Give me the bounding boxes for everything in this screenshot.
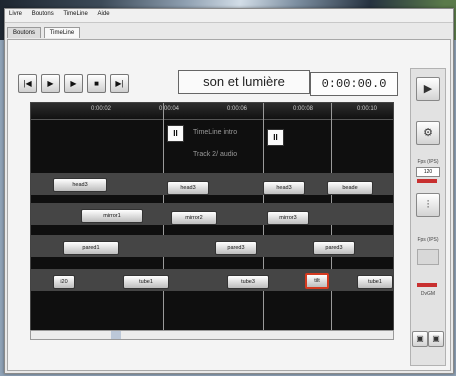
clip-selected[interactable]: tilt xyxy=(305,273,329,289)
checkbox-label[interactable]: DvGM xyxy=(412,291,444,297)
right-tool-panel: ▶ ⚙ Fps (IPS) 120 ⫶ Fps (IPS) DvGM ▣ ▣ xyxy=(410,68,446,366)
track-lane-4 xyxy=(31,269,393,291)
menu-timeline[interactable]: TimeLine xyxy=(59,9,91,19)
ruler-label: 0:00:02 xyxy=(91,106,112,112)
fps-label: Fps (IPS) xyxy=(417,159,439,165)
menu-livre[interactable]: Livre xyxy=(5,9,26,19)
save-icon[interactable]: ▣ xyxy=(412,331,428,347)
clip[interactable]: tube1 xyxy=(357,275,393,289)
track-label: Track 2/ audio xyxy=(193,151,238,158)
ruler-label: 0:00:06 xyxy=(227,106,248,112)
level-meter xyxy=(417,179,437,183)
menu-bar: Livre Boutons TimeLine Aide xyxy=(5,9,453,23)
play-reverse-button[interactable]: ▶ xyxy=(41,74,60,93)
clip[interactable]: pared1 xyxy=(63,241,119,255)
project-title: son et lumière xyxy=(178,70,310,94)
clip[interactable]: mirror2 xyxy=(171,211,217,225)
clip[interactable]: head3 xyxy=(167,181,209,195)
tab-boutons[interactable]: Boutons xyxy=(7,27,42,38)
tab-timeline[interactable]: TimeLine xyxy=(43,27,81,38)
clip[interactable]: pared3 xyxy=(313,241,355,255)
ruler-label: 0:00:08 xyxy=(293,106,314,112)
horizontal-scrollbar[interactable] xyxy=(30,330,394,340)
level-meter xyxy=(417,283,437,287)
clip[interactable]: head3 xyxy=(53,178,107,192)
time-ruler[interactable]: 0:00:02 0:00:04 0:00:06 0:00:08 0:00:10 xyxy=(31,103,393,120)
skip-end-button[interactable]: ▶| xyxy=(110,74,129,93)
play-button[interactable]: ▶ xyxy=(64,74,83,93)
tab-bar: Boutons TimeLine xyxy=(7,27,81,39)
preview-box xyxy=(417,249,439,265)
menu-aide[interactable]: Aide xyxy=(94,9,114,19)
pause-marker-button[interactable]: II xyxy=(267,129,284,146)
clip[interactable]: tube1 xyxy=(123,275,169,289)
mixer-icon[interactable]: ⫶ xyxy=(416,193,440,217)
export-icon[interactable]: ▣ xyxy=(428,331,444,347)
fps-input[interactable]: 120 xyxy=(416,167,440,177)
play-selection-icon[interactable]: ▶ xyxy=(416,77,440,101)
timeline-area[interactable]: 0:00:02 0:00:04 0:00:06 0:00:08 0:00:10 … xyxy=(30,102,394,332)
clip[interactable]: beade xyxy=(327,181,373,195)
app-window: Livre Boutons TimeLine Aide Boutons Time… xyxy=(4,8,454,374)
ruler-label: 0:00:04 xyxy=(159,106,180,112)
stop-button[interactable]: ■ xyxy=(87,74,106,93)
fps-label-2: Fps (IPS) xyxy=(417,237,439,243)
pause-marker-button[interactable]: II xyxy=(167,125,184,142)
menu-boutons[interactable]: Boutons xyxy=(28,9,58,19)
track-label: TimeLine intro xyxy=(193,129,238,136)
clip[interactable]: mirror3 xyxy=(267,211,309,225)
clip[interactable]: tube3 xyxy=(227,275,269,289)
timeline-panel: |◀ ▶ ▶ ■ ▶| son et lumière 0:00:00.0 0:0… xyxy=(7,39,451,371)
timecode-display: 0:00:00.0 xyxy=(310,72,398,96)
gear-icon[interactable]: ⚙ xyxy=(416,121,440,145)
scrollbar-thumb[interactable] xyxy=(111,331,121,339)
clip[interactable]: head3 xyxy=(263,181,305,195)
clip[interactable]: i20 xyxy=(53,275,75,289)
clip[interactable]: pared3 xyxy=(215,241,257,255)
clip[interactable]: mirror1 xyxy=(81,209,143,223)
ruler-label: 0:00:10 xyxy=(357,106,378,112)
skip-start-button[interactable]: |◀ xyxy=(18,74,37,93)
